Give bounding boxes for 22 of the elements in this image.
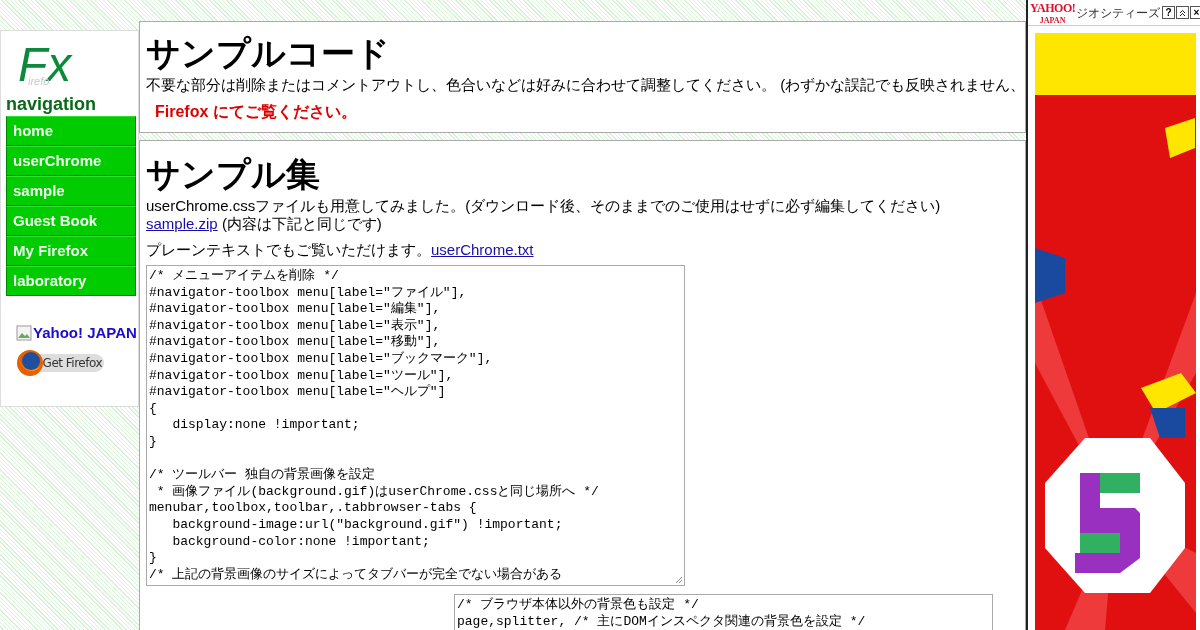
navigation-heading: navigation [6,94,97,115]
paragraph: userChrome.cssファイルも用意してみました。(ダウンロード後、そのままでのご使用はせずに必ず編集してください) [146,197,942,215]
code-field[interactable]: /* メニューアイテムを削除 */ #navigator-toolbox menu[label="ファイル"], #navigator-toolbox menu[label="編集"], #navigator-toolbox menu[label="表示"], #navigator-toolbox menu[label="移動"], #navigator-toolbox menu[label="ブックマーク"], #navigator-toolbox menu[label="ツール"], #navigator-toolbox menu[label="ヘルプ"] { display:none !important; } /* ツールバー 独自の背景画像を設定 * 画像ファイル(background.gif)はuserChrome.cssと同じ場所へ */ menubar,toolbox,toolbar,.tabbrowser-tabs { background-image:url("background.gif") !important; background-color:none !important; } /* 上記の背景画像のサイズによってタブバーが完全でない場合がある [146,265,685,587]
resize-grip-icon[interactable] [675,576,683,585]
help-button[interactable]: ? [1162,6,1175,19]
double-caret-icon [1179,8,1186,17]
yahoo-logo: YAHOO! JAPAN [1030,0,1076,25]
notice-text: Firefox にてご覧ください。 [155,103,358,121]
section-title: サンプルコード [146,34,391,72]
collapse-button[interactable] [1176,6,1189,19]
code-field[interactable]: /* ブラウザ本体以外の背景色も設定 */ page,splitter, /* 主にDOMインスペクタ関連の背景色を設定 */ [454,594,993,630]
text-file-link[interactable]: userChrome.txt [431,241,534,258]
close-button[interactable]: × [1190,6,1200,19]
paragraph: 不要な部分は削除またはコメントアウトし、色合いなどは好みに合わせて調整してください。 (わずかな誤記でも反映されません、 [146,76,1025,94]
download-link[interactable]: sample.zip [146,215,218,232]
link-note: (内容は下記と同じです) [221,215,382,232]
broken-image-icon [16,324,32,341]
paragraph: プレーンテキストでもご覧いただけます。 [146,241,431,258]
firefox-globe-icon [16,349,44,377]
yahoo-link[interactable]: Yahoo! JAPAN [33,324,137,341]
section-title: サンプル集 [146,155,321,193]
service-name: ジオシティーズ [1076,5,1161,20]
